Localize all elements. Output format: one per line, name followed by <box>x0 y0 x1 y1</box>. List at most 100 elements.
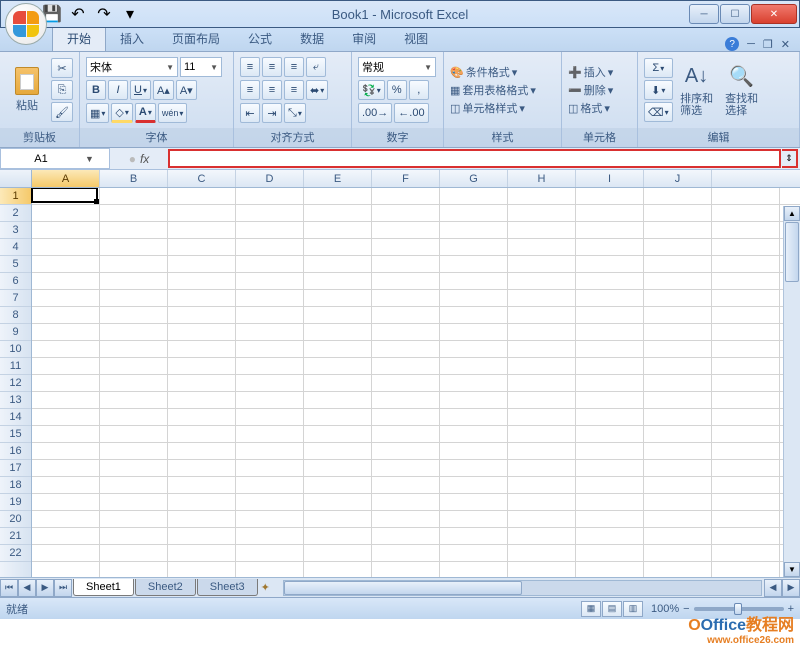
row-header[interactable]: 3 <box>0 222 31 239</box>
row-header[interactable]: 22 <box>0 545 31 562</box>
paste-button[interactable]: 粘贴 <box>6 55 48 125</box>
row-header[interactable]: 17 <box>0 460 31 477</box>
row-header[interactable]: 20 <box>0 511 31 528</box>
row-header[interactable]: 8 <box>0 307 31 324</box>
fill-button[interactable]: ⬇▾ <box>644 80 673 100</box>
row-header[interactable]: 4 <box>0 239 31 256</box>
row-header[interactable]: 15 <box>0 426 31 443</box>
increase-indent-button[interactable]: ⇥ <box>262 103 282 123</box>
next-sheet-button[interactable]: ▶ <box>36 579 54 597</box>
format-as-table-button[interactable]: ▦套用表格格式▾ <box>450 82 536 98</box>
zoom-slider[interactable] <box>694 607 784 611</box>
maximize-button[interactable]: ☐ <box>720 4 750 24</box>
column-header[interactable]: E <box>304 170 372 187</box>
clear-button[interactable]: ⌫▾ <box>644 102 673 122</box>
zoom-slider-thumb[interactable] <box>734 603 742 615</box>
row-header[interactable]: 19 <box>0 494 31 511</box>
select-all-corner[interactable] <box>0 170 32 187</box>
bold-button[interactable]: B <box>86 80 106 100</box>
row-header[interactable]: 7 <box>0 290 31 307</box>
cells-area[interactable] <box>32 188 800 577</box>
sheet-tab-2[interactable]: Sheet2 <box>135 579 196 596</box>
decrease-indent-button[interactable]: ⇤ <box>240 103 260 123</box>
row-header[interactable]: 18 <box>0 477 31 494</box>
number-format-combo[interactable]: 常规▼ <box>358 57 436 77</box>
normal-view-button[interactable]: ▦ <box>581 601 601 617</box>
align-left-button[interactable]: ≡ <box>240 80 260 100</box>
format-painter-button[interactable]: 🖌 <box>51 102 73 122</box>
delete-cells-button[interactable]: ➖删除▾ <box>568 82 613 98</box>
row-header[interactable]: 9 <box>0 324 31 341</box>
align-center-button[interactable]: ≡ <box>262 80 282 100</box>
qat-customize-icon[interactable]: ▾ <box>119 4 141 24</box>
tab-insert[interactable]: 插入 <box>106 26 158 51</box>
comma-button[interactable]: , <box>409 80 429 100</box>
cancel-formula-icon[interactable]: ● <box>129 152 136 166</box>
page-layout-view-button[interactable]: ▤ <box>602 601 622 617</box>
sheet-tab-3[interactable]: Sheet3 <box>197 579 258 596</box>
shrink-font-button[interactable]: A▾ <box>176 80 197 100</box>
sheet-tab-1[interactable]: Sheet1 <box>73 579 134 596</box>
column-header[interactable]: J <box>644 170 712 187</box>
row-header[interactable]: 2 <box>0 205 31 222</box>
copy-button[interactable]: ⎘ <box>51 80 73 100</box>
orientation-button[interactable]: ⤡▾ <box>284 103 306 123</box>
row-header[interactable]: 14 <box>0 409 31 426</box>
autosum-button[interactable]: Σ▾ <box>644 58 673 78</box>
tab-data[interactable]: 数据 <box>286 26 338 51</box>
zoom-level[interactable]: 100% <box>651 603 679 615</box>
formula-input[interactable] <box>168 149 781 168</box>
close-workbook-icon[interactable]: ✕ <box>781 38 790 51</box>
row-header[interactable]: 13 <box>0 392 31 409</box>
column-header[interactable]: I <box>576 170 644 187</box>
scroll-down-icon[interactable]: ▼ <box>784 562 800 577</box>
tab-home[interactable]: 开始 <box>52 25 106 51</box>
grow-font-button[interactable]: A▴ <box>153 80 174 100</box>
vertical-scrollbar[interactable]: ▲ ▼ <box>783 206 800 577</box>
scroll-up-icon[interactable]: ▲ <box>784 206 800 221</box>
column-header[interactable]: B <box>100 170 168 187</box>
new-sheet-button[interactable]: ✦ <box>261 581 281 594</box>
tab-view[interactable]: 视图 <box>390 26 442 51</box>
page-break-view-button[interactable]: ▥ <box>623 601 643 617</box>
find-select-button[interactable]: 🔍 查找和 选择 <box>721 55 763 125</box>
column-header[interactable]: H <box>508 170 576 187</box>
tab-review[interactable]: 审阅 <box>338 26 390 51</box>
hscroll-left-icon[interactable]: ◀ <box>764 579 782 597</box>
currency-button[interactable]: 💱▾ <box>358 80 385 100</box>
last-sheet-button[interactable]: ⏭ <box>54 579 72 597</box>
column-header[interactable]: A <box>32 170 100 187</box>
row-header[interactable]: 16 <box>0 443 31 460</box>
namebox-dropdown-icon[interactable]: ▼ <box>81 154 98 164</box>
align-middle-button[interactable]: ≡ <box>262 57 282 77</box>
tab-formulas[interactable]: 公式 <box>234 26 286 51</box>
hscroll-thumb[interactable] <box>284 581 523 595</box>
row-header[interactable]: 1 <box>0 188 31 205</box>
redo-icon[interactable]: ↷ <box>93 4 115 24</box>
column-header[interactable]: C <box>168 170 236 187</box>
help-icon[interactable]: ? <box>725 37 739 51</box>
fill-color-button[interactable]: ◇▾ <box>111 103 132 123</box>
row-header[interactable]: 6 <box>0 273 31 290</box>
restore-workbook-icon[interactable]: ❐ <box>763 38 773 51</box>
name-box-input[interactable] <box>1 153 81 165</box>
name-box[interactable]: ▼ <box>0 148 110 169</box>
minimize-button[interactable]: ─ <box>689 4 719 24</box>
font-size-combo[interactable]: 11▼ <box>180 57 222 77</box>
column-header[interactable]: D <box>236 170 304 187</box>
column-header[interactable]: G <box>440 170 508 187</box>
increase-decimal-button[interactable]: .00→ <box>358 103 392 123</box>
tab-page-layout[interactable]: 页面布局 <box>158 26 234 51</box>
hscroll-right-icon[interactable]: ▶ <box>782 579 800 597</box>
first-sheet-button[interactable]: ⏮ <box>0 579 18 597</box>
borders-button[interactable]: ▦▾ <box>86 103 109 123</box>
insert-cells-button[interactable]: ➕插入▾ <box>568 64 613 80</box>
expand-formula-bar-icon[interactable]: ⇕ <box>782 149 798 168</box>
align-right-button[interactable]: ≡ <box>284 80 304 100</box>
undo-icon[interactable]: ↶ <box>67 4 89 24</box>
font-name-combo[interactable]: 宋体▼ <box>86 57 178 77</box>
close-button[interactable]: ✕ <box>751 4 797 24</box>
row-header[interactable]: 21 <box>0 528 31 545</box>
row-header[interactable]: 11 <box>0 358 31 375</box>
active-cell[interactable] <box>31 188 98 203</box>
